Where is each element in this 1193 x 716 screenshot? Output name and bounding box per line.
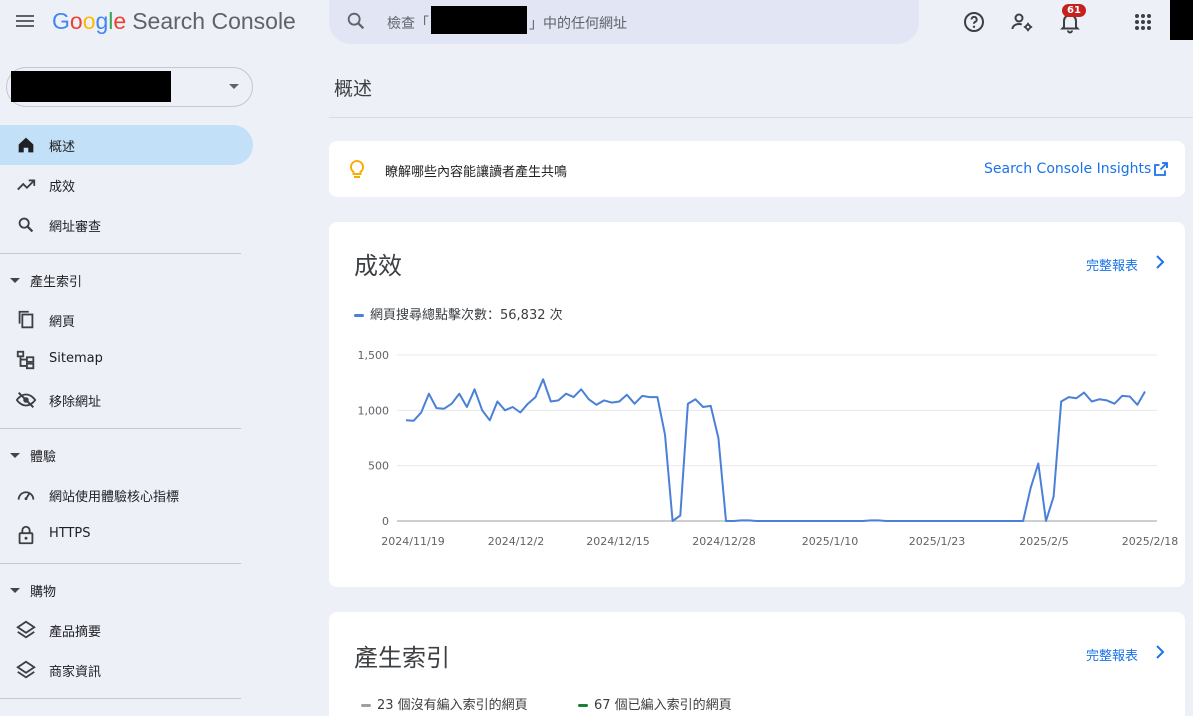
notification-badge: 61 bbox=[1062, 4, 1086, 17]
x-tick-label: 2025/1/23 bbox=[909, 535, 965, 548]
sidebar-section-label: 購物 bbox=[30, 585, 57, 600]
url-inspection-search[interactable]: 檢查「 」中的任何網址 bbox=[329, 0, 919, 44]
search-console-insights-link[interactable]: Search Console Insights bbox=[984, 161, 1151, 177]
chevron-down-icon bbox=[229, 84, 239, 89]
series-line[interactable] bbox=[405, 378, 1146, 522]
redacted-property bbox=[431, 6, 527, 34]
sidebar-item-url-inspection[interactable]: 網址審查 bbox=[0, 205, 253, 245]
sidebar-divider bbox=[0, 563, 241, 564]
sidebar-divider bbox=[0, 253, 241, 254]
logo-letter: e bbox=[113, 8, 127, 34]
search-console-logo[interactable]: Google Search Console bbox=[52, 8, 296, 35]
sidebar-section-indexing[interactable]: 產生索引 bbox=[0, 260, 241, 300]
x-tick-label: 2024/12/2 bbox=[488, 535, 544, 548]
logo-letter: o bbox=[69, 8, 83, 34]
sidebar-item-removals[interactable]: 移除網址 bbox=[0, 380, 253, 420]
caret-down-icon bbox=[10, 588, 20, 593]
sidebar-item-label: 網頁 bbox=[49, 315, 76, 330]
clicks-line-chart: 0 500 1,000 1,500 2024/11/19 2024/12/2 2024/12… bbox=[358, 349, 1179, 548]
lightbulb-icon bbox=[349, 159, 365, 178]
sidebar-item-product-snippets[interactable]: 產品摘要 bbox=[0, 610, 253, 650]
legend-label: 67 個已編入索引的網頁 bbox=[594, 698, 732, 713]
x-tick-label: 2024/12/28 bbox=[692, 535, 755, 548]
sidebar-section-experience[interactable]: 體驗 bbox=[0, 435, 241, 475]
title-divider bbox=[329, 117, 1193, 118]
sidebar-section-label: 體驗 bbox=[30, 450, 57, 465]
insights-card: 瞭解哪些內容能讓讀者產生共鳴 Search Console Insights bbox=[329, 141, 1185, 197]
account-avatar[interactable] bbox=[1170, 0, 1193, 40]
sidebar-divider bbox=[0, 698, 241, 699]
indexing-card: 產生索引 完整報表 23 個沒有編入索引的網頁 67 個已編入索引的網頁 bbox=[329, 612, 1185, 716]
y-tick-label: 0 bbox=[382, 515, 389, 528]
chevron-right-icon[interactable] bbox=[1154, 645, 1166, 659]
sidebar-item-label: 網址審查 bbox=[49, 220, 102, 235]
sidebar-item-label: 成效 bbox=[49, 180, 76, 195]
x-tick-label: 2024/11/19 bbox=[381, 535, 444, 548]
caret-down-icon bbox=[10, 278, 20, 283]
sidebar-item-label: 移除網址 bbox=[49, 395, 102, 410]
sidebar-item-label: 網站使用體驗核心指標 bbox=[49, 490, 180, 505]
sidebar-divider bbox=[0, 428, 241, 429]
y-tick-label: 1,000 bbox=[358, 404, 390, 417]
sidebar: 概述 成效 網址審查 產生索引 網頁 Sitemap 移除網址 體驗 網站使用體… bbox=[0, 46, 262, 716]
home-icon bbox=[18, 137, 34, 153]
layers-icon bbox=[16, 620, 36, 639]
sidebar-section-label: 產生索引 bbox=[30, 275, 83, 290]
legend-swatch bbox=[578, 704, 588, 707]
redacted-property-name bbox=[11, 71, 171, 102]
lock-icon bbox=[18, 525, 34, 545]
x-tick-label: 2024/12/15 bbox=[586, 535, 649, 548]
product-name: Search Console bbox=[132, 8, 296, 34]
sidebar-item-pages[interactable]: 網頁 bbox=[0, 300, 253, 340]
sidebar-item-label: 商家資訊 bbox=[49, 665, 102, 680]
indexed-legend: 67 個已編入索引的網頁 bbox=[578, 694, 732, 713]
search-placeholder[interactable]: 檢查「 」中的任何網址 bbox=[387, 6, 627, 34]
speed-icon bbox=[17, 491, 35, 501]
y-tick-label: 500 bbox=[368, 460, 389, 473]
performance-card: 成效 完整報表 網頁搜尋總點擊次數：56,832 次 0 500 1,000 1,50… bbox=[329, 222, 1185, 587]
logo-letter: g bbox=[95, 8, 109, 34]
property-selector[interactable] bbox=[6, 67, 253, 107]
caret-down-icon bbox=[10, 453, 20, 458]
search-icon bbox=[347, 12, 365, 30]
search-icon bbox=[18, 217, 34, 233]
logo-letter: G bbox=[52, 8, 70, 34]
sitemap-icon bbox=[16, 350, 35, 370]
legend-swatch bbox=[361, 704, 371, 707]
sidebar-item-label: Sitemap bbox=[49, 351, 103, 366]
page-title: 概述 bbox=[334, 78, 373, 100]
logo-letter: o bbox=[82, 8, 96, 34]
apps-grid-icon[interactable] bbox=[1131, 10, 1155, 34]
legend-label: 23 個沒有編入索引的網頁 bbox=[377, 698, 528, 713]
search-placeholder-prefix: 檢查「 bbox=[387, 16, 429, 32]
search-placeholder-suffix: 」中的任何網址 bbox=[529, 16, 627, 32]
visibility-off-icon bbox=[15, 391, 37, 409]
open-in-new-icon[interactable] bbox=[1153, 161, 1169, 177]
x-tick-label: 2025/2/5 bbox=[1019, 535, 1068, 548]
not-indexed-legend: 23 個沒有編入索引的網頁 bbox=[361, 694, 528, 713]
sidebar-item-label: HTTPS bbox=[49, 526, 91, 541]
insights-text: 瞭解哪些內容能讓讀者產生共鳴 bbox=[385, 165, 568, 180]
sidebar-item-label: 概述 bbox=[49, 140, 76, 155]
layers-icon bbox=[16, 660, 36, 679]
sidebar-item-overview[interactable]: 概述 bbox=[0, 125, 253, 165]
manage-accounts-icon[interactable] bbox=[1010, 10, 1034, 34]
x-tick-label: 2025/2/18 bbox=[1122, 535, 1178, 548]
help-icon[interactable] bbox=[962, 10, 986, 34]
sidebar-item-https[interactable]: HTTPS bbox=[0, 515, 253, 555]
x-tick-label: 2025/1/10 bbox=[802, 535, 858, 548]
indexing-full-report-link[interactable]: 完整報表 bbox=[1086, 645, 1138, 664]
trending-up-icon bbox=[17, 179, 36, 191]
pages-icon bbox=[18, 310, 34, 329]
indexing-title: 產生索引 bbox=[354, 644, 450, 672]
menu-icon[interactable] bbox=[14, 12, 36, 34]
sidebar-item-performance[interactable]: 成效 bbox=[0, 165, 253, 205]
sidebar-item-label: 產品摘要 bbox=[49, 625, 102, 640]
sidebar-section-shopping[interactable]: 購物 bbox=[0, 570, 241, 610]
sidebar-item-core-web-vitals[interactable]: 網站使用體驗核心指標 bbox=[0, 475, 253, 515]
sidebar-item-sitemap[interactable]: Sitemap bbox=[0, 340, 253, 380]
sidebar-item-merchant-listings[interactable]: 商家資訊 bbox=[0, 650, 253, 690]
y-tick-label: 1,500 bbox=[358, 349, 390, 362]
top-app-bar: Google Search Console 檢查「 」中的任何網址 61 bbox=[0, 0, 1193, 46]
